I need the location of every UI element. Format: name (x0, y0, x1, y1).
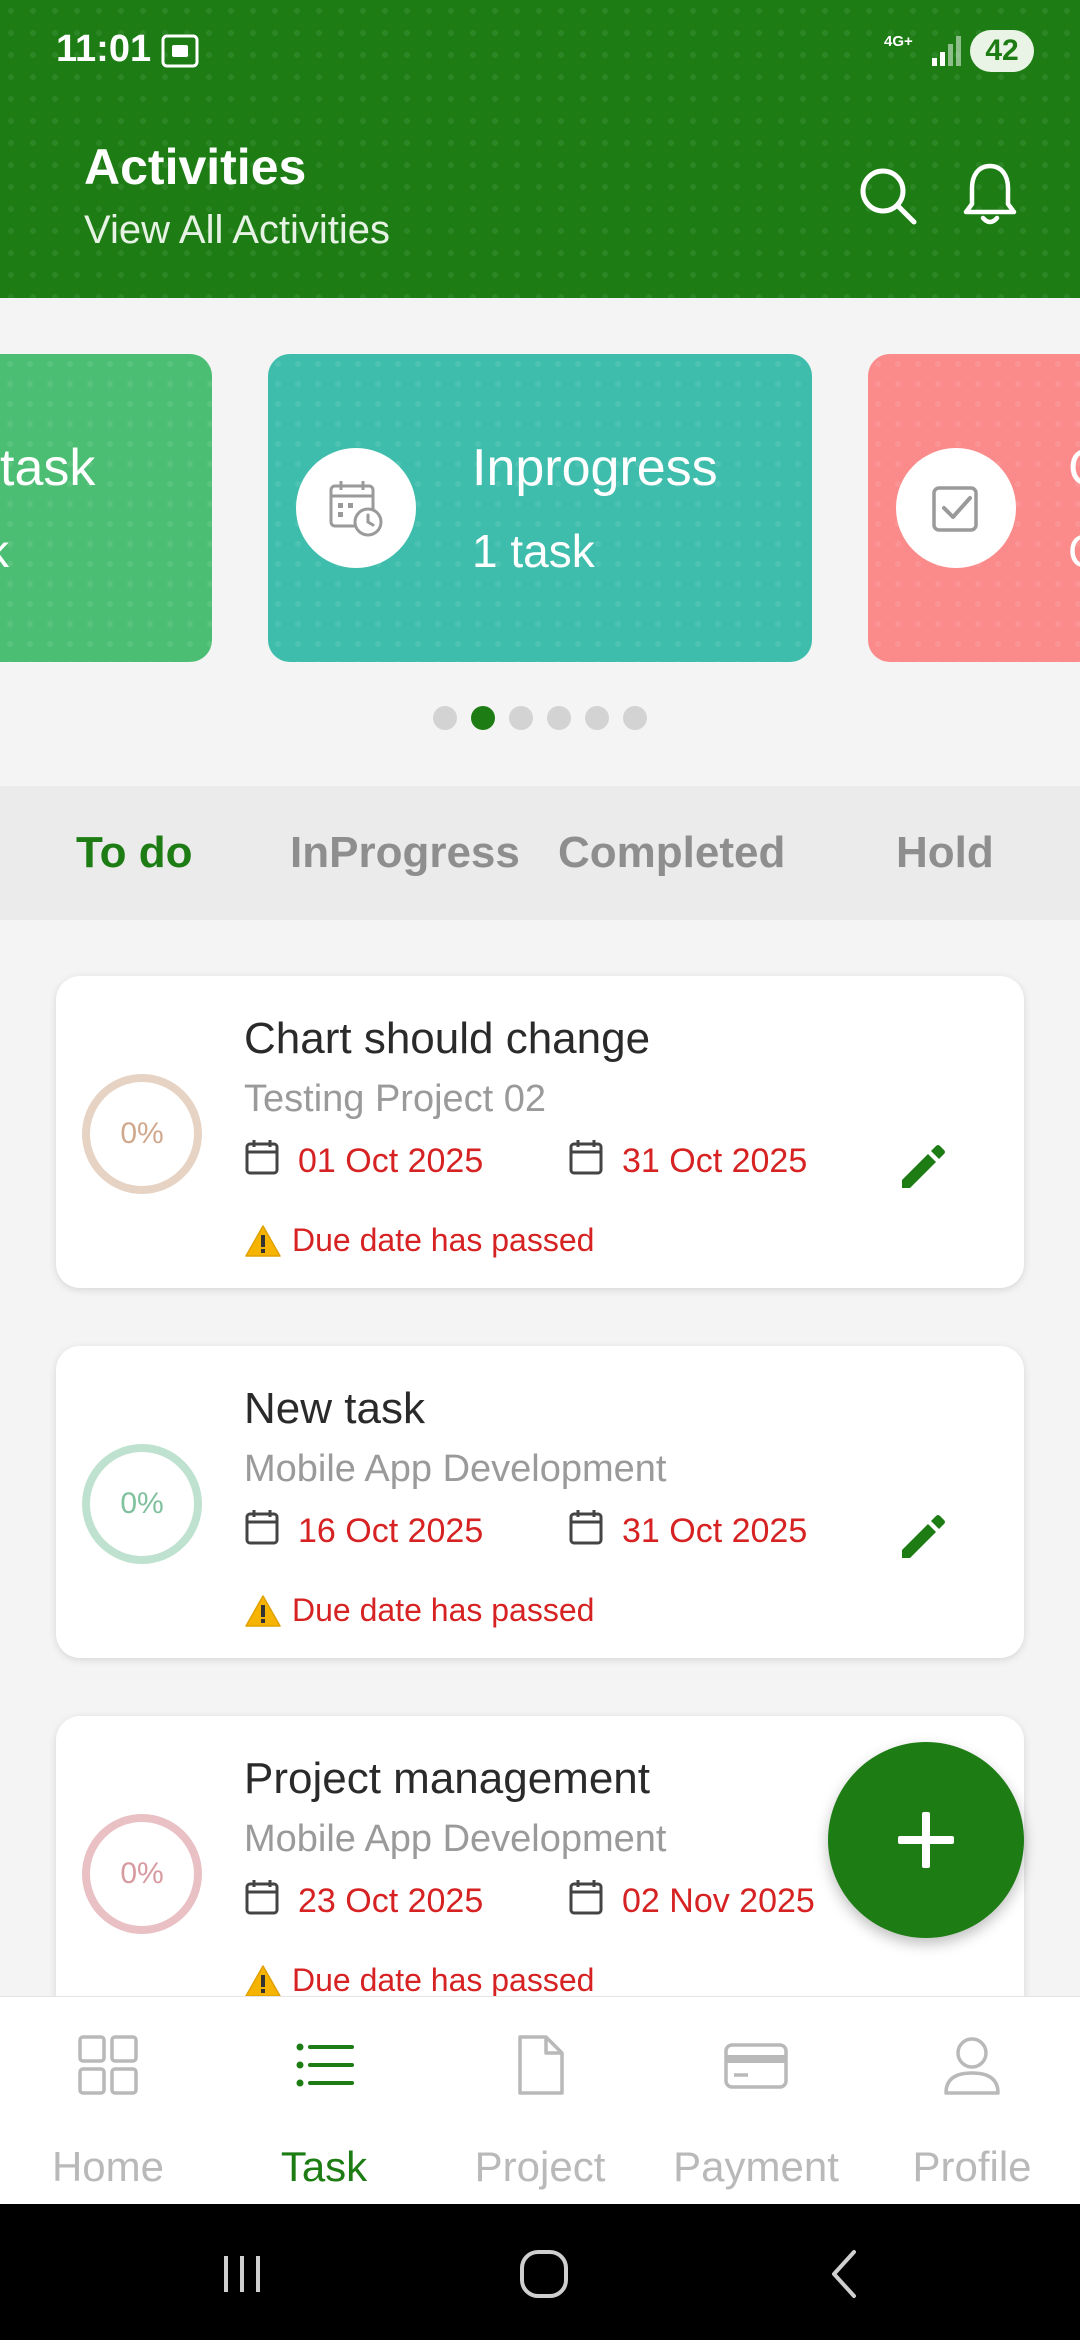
battery-indicator: 42 (970, 30, 1034, 72)
progress-ring: 0% (82, 1444, 202, 1564)
nav-task[interactable]: Task (216, 1997, 432, 2205)
status-bar: 11:01 4G+ 42 (0, 0, 1080, 100)
calendar-icon (245, 1510, 279, 1545)
task-card[interactable]: 0% New task Mobile App Development 16 Oc… (56, 1346, 1024, 1658)
back-icon[interactable] (816, 2244, 876, 2304)
bottom-navigation: Home Task Project Payment Profile (0, 1996, 1080, 2204)
due-warning: Due date has passed (292, 1592, 595, 1628)
calendar-icon (569, 1880, 603, 1915)
calendar-clock-icon (329, 481, 383, 537)
calendar-icon (569, 1140, 603, 1175)
document-icon (518, 2035, 564, 2095)
task-status-tabs: To do InProgress Completed Hold (0, 786, 1080, 920)
notification-bell-icon[interactable] (960, 160, 1020, 230)
user-icon (944, 2037, 1000, 2095)
warning-icon (245, 1225, 281, 1257)
calendar-icon (245, 1880, 279, 1915)
task-title: New task (244, 1384, 425, 1433)
page-dot[interactable] (433, 706, 457, 730)
signal-icon (932, 36, 961, 66)
nav-label: Profile (912, 2143, 1032, 2190)
tab-inprogress[interactable]: InProgress (290, 828, 520, 878)
recent-apps-icon[interactable] (212, 2244, 272, 2304)
page-dot-active[interactable] (471, 706, 495, 730)
card-title: C (1068, 438, 1080, 498)
calendar-icon (569, 1510, 603, 1545)
network-type: 4G+ (884, 33, 913, 50)
task-title: Chart should change (244, 1014, 651, 1063)
nav-home[interactable]: Home (0, 1997, 216, 2205)
nav-label: Payment (673, 2143, 839, 2190)
nav-label: Project (474, 2143, 606, 2190)
nav-label: Home (51, 2143, 165, 2190)
page-dot[interactable] (623, 706, 647, 730)
page-dot[interactable] (585, 706, 609, 730)
status-carousel[interactable]: task k Inprogress 1 task (0, 298, 1080, 786)
task-project: Testing Project 02 (244, 1078, 547, 1120)
home-icon[interactable] (514, 2244, 574, 2304)
warning-icon (245, 1595, 281, 1627)
card-title: Inprogress (472, 439, 718, 497)
todo-summary-card[interactable]: task k (0, 354, 212, 662)
edit-pencil-icon[interactable] (894, 1140, 950, 1196)
page-title: Activities (84, 139, 307, 195)
nav-label: Task (280, 2143, 368, 2190)
search-icon[interactable] (856, 164, 920, 228)
add-task-button[interactable] (828, 1742, 1024, 1938)
card-count: 1 task (472, 525, 595, 577)
tab-completed[interactable]: Completed (558, 828, 785, 878)
tab-todo[interactable]: To do (76, 828, 192, 878)
task-title: Project management (244, 1754, 650, 1803)
page-dot[interactable] (509, 706, 533, 730)
plus-icon (898, 1812, 954, 1868)
due-warning: Due date has passed (292, 1222, 595, 1258)
screen-capture-icon (161, 34, 199, 68)
page-dot[interactable] (547, 706, 571, 730)
nav-profile[interactable]: Profile (864, 1997, 1080, 2205)
card-title: task (0, 439, 96, 497)
inprogress-summary-card[interactable]: Inprogress 1 task (268, 354, 812, 662)
task-project: Mobile App Development (244, 1818, 667, 1860)
nav-project[interactable]: Project (432, 1997, 648, 2205)
end-date: 02 Nov 2025 (622, 1882, 815, 1920)
card-icon (724, 2043, 788, 2089)
warning-icon (245, 1965, 281, 1996)
due-warning: Due date has passed (292, 1962, 595, 1996)
system-navigation-bar (0, 2204, 1080, 2340)
carousel-page-indicator (0, 706, 1080, 730)
card-icon-circle (296, 448, 416, 568)
tab-hold[interactable]: Hold (896, 828, 994, 878)
nav-payment[interactable]: Payment (648, 1997, 864, 2205)
card-count: k (0, 524, 9, 578)
progress-ring: 0% (82, 1074, 202, 1194)
status-time: 11:01 (56, 28, 152, 70)
page-subtitle: View All Activities (84, 208, 391, 252)
progress-ring: 0% (82, 1814, 202, 1934)
card-icon-circle (896, 448, 1016, 568)
list-icon (296, 2043, 354, 2087)
edit-pencil-icon[interactable] (894, 1510, 950, 1566)
calendar-icon (245, 1140, 279, 1175)
start-date: 23 Oct 2025 (298, 1882, 484, 1920)
app-header: 11:01 4G+ 42 Activities View All Activit… (0, 0, 1080, 298)
grid-icon (78, 2035, 138, 2095)
card-count: C (1068, 524, 1080, 578)
checkbox-icon (932, 486, 978, 532)
end-date: 31 Oct 2025 (622, 1512, 808, 1550)
end-date: 31 Oct 2025 (622, 1142, 808, 1180)
start-date: 01 Oct 2025 (298, 1142, 484, 1180)
completed-summary-card[interactable]: C C (868, 354, 1080, 662)
task-card[interactable]: 0% Chart should change Testing Project 0… (56, 976, 1024, 1288)
task-project: Mobile App Development (244, 1448, 667, 1490)
start-date: 16 Oct 2025 (298, 1512, 484, 1550)
